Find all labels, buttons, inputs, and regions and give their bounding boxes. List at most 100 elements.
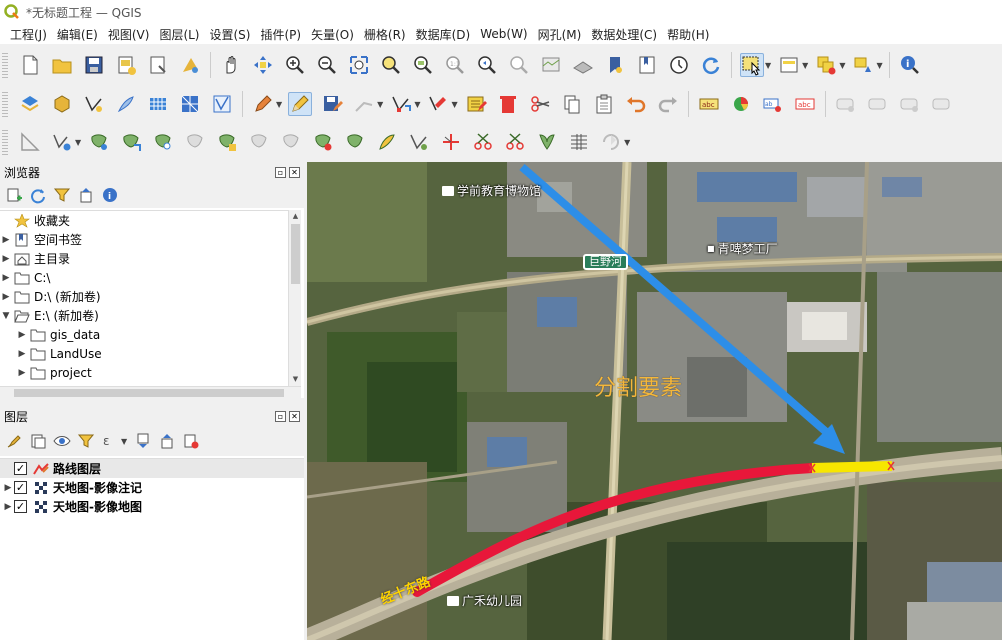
menu-settings[interactable]: 设置(S) [206,26,257,43]
zoom-full-button[interactable] [347,53,371,77]
expand-arrow-icon[interactable]: ▶ [2,502,14,512]
new-geopackage-layer-button[interactable] [50,92,74,116]
merge-attributes-button[interactable] [567,130,591,154]
browser-vertical-scrollbar[interactable]: ▲ ▼ [288,210,301,386]
tree-item-favorites[interactable]: 收藏夹 [0,211,288,230]
panel-splitter[interactable] [0,398,304,406]
menu-layer[interactable]: 图层(L) [155,26,205,43]
new-temp-scratch-layer-button[interactable] [82,92,106,116]
zoom-native-button[interactable]: 1:1 [443,53,467,77]
select-by-value-button[interactable] [777,53,801,77]
scroll-down-arrow-icon[interactable]: ▼ [289,373,302,386]
current-edits-button[interactable] [251,92,275,116]
menu-help[interactable]: 帮助(H) [663,26,715,43]
dropdown-arrow-icon[interactable]: ▼ [121,437,127,446]
pan-map-button[interactable] [219,53,243,77]
add-ring-button[interactable] [183,130,207,154]
toolbar-grip[interactable] [2,52,8,78]
properties-button[interactable]: i [100,185,120,205]
collapse-arrow-icon[interactable]: ▼ [0,311,12,321]
add-group-button[interactable] [28,431,48,451]
redo-button[interactable] [656,92,680,116]
float-panel-button[interactable]: ▫ [275,166,286,178]
float-panel-button[interactable]: ▫ [275,410,286,422]
zoom-in-button[interactable] [283,53,307,77]
dropdown-arrow-icon[interactable]: ▼ [839,61,845,70]
zoom-last-button[interactable] [475,53,499,77]
manage-visibility-button[interactable] [52,431,72,451]
expand-all-button[interactable] [133,431,153,451]
scale-feature-button[interactable] [119,130,143,154]
menu-plugins[interactable]: 插件(P) [256,26,307,43]
dropdown-arrow-icon[interactable]: ▼ [765,61,771,70]
menu-vector[interactable]: 矢量(O) [307,26,360,43]
filter-browser-button[interactable] [52,185,72,205]
scrollbar-thumb[interactable] [14,389,284,397]
refresh-button[interactable] [699,53,723,77]
new-virtual-layer-button[interactable] [114,92,138,116]
rotate-label-button[interactable] [866,92,890,116]
menu-mesh[interactable]: 网孔(M) [534,26,588,43]
layer-visibility-checkbox[interactable]: ✓ [14,500,27,513]
move-label-button[interactable] [834,92,858,116]
close-panel-button[interactable]: ✕ [289,410,300,422]
menu-project[interactable]: 工程(J) [6,26,53,43]
zoom-out-button[interactable] [315,53,339,77]
style-manager-button[interactable] [178,53,202,77]
show-bookmarks-button[interactable] [635,53,659,77]
simplify-feature-button[interactable] [151,130,175,154]
add-mesh-layer-button[interactable] [178,92,202,116]
add-line-feature-button[interactable] [352,92,376,116]
reverse-line-button[interactable] [407,130,431,154]
refresh-browser-button[interactable] [28,185,48,205]
zoom-next-button[interactable] [507,53,531,77]
temporal-controller-button[interactable] [667,53,691,77]
undo-button[interactable] [624,92,648,116]
menu-raster[interactable]: 栅格(R) [360,26,412,43]
tree-item-spatial-bookmarks[interactable]: ▶ 空间书签 [0,230,288,249]
dropdown-arrow-icon[interactable]: ▼ [876,61,882,70]
dropdown-arrow-icon[interactable]: ▼ [75,138,81,147]
tree-item-project[interactable]: ▶ project [0,363,288,382]
data-source-manager-button[interactable] [18,92,42,116]
advanced-digitizing-button[interactable] [18,130,42,154]
pan-to-selection-button[interactable] [251,53,275,77]
modify-attributes-button[interactable] [426,92,450,116]
expand-arrow-icon[interactable]: ▶ [16,349,28,359]
tree-item-drive-c[interactable]: ▶ C:\ [0,268,288,287]
scrollbar-thumb[interactable] [291,224,300,284]
zoom-to-selection-button[interactable] [379,53,403,77]
layer-labeling-button[interactable]: abc [697,92,721,116]
expand-arrow-icon[interactable]: ▶ [0,292,12,302]
offset-curve-button[interactable] [375,130,399,154]
tree-item-gis-data[interactable]: ▶ gis_data [0,325,288,344]
dropdown-arrow-icon[interactable]: ▼ [276,100,282,109]
collapse-all-button[interactable] [76,185,96,205]
tree-item-drive-d[interactable]: ▶ D:\ (新加卷) [0,287,288,306]
toggle-editing-button[interactable] [288,92,313,116]
layout-manager-button[interactable] [146,53,170,77]
tree-item-home[interactable]: ▶ 主目录 [0,249,288,268]
filter-legend-button[interactable] [76,431,96,451]
scroll-up-arrow-icon[interactable]: ▲ [289,210,302,223]
expand-arrow-icon[interactable]: ▶ [2,483,14,493]
identify-features-button[interactable]: i [898,53,922,77]
merge-features-button[interactable] [535,130,559,154]
map-canvas[interactable]: 学前教育博物馆 ■ 青啤梦工厂 广禾幼儿园 巨野河 经十东路 分割要素 [307,162,1002,640]
dropdown-arrow-icon[interactable]: ▼ [802,61,808,70]
paste-features-button[interactable] [592,92,616,116]
trim-extend-button[interactable] [439,130,463,154]
copy-features-button[interactable] [560,92,584,116]
dropdown-arrow-icon[interactable]: ▼ [451,100,457,109]
add-part-button[interactable] [215,130,239,154]
expand-arrow-icon[interactable]: ▶ [16,330,28,340]
browser-horizontal-scrollbar[interactable] [0,386,301,398]
remove-layer-button[interactable] [181,431,201,451]
fill-ring-button[interactable] [247,130,271,154]
delete-selected-button[interactable] [496,92,520,116]
pin-labels-button[interactable]: ab [761,92,785,116]
layer-item-tianditu-annotation[interactable]: ▶ ✓ 天地图-影像注记 [0,478,304,497]
layer-diagram-button[interactable] [729,92,753,116]
select-by-location-button[interactable] [851,53,875,77]
split-feature-part-red[interactable] [412,463,817,597]
